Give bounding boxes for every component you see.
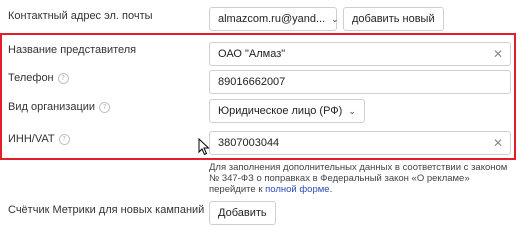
inn-label: ИНН/VAT? bbox=[8, 133, 70, 145]
org-type-select[interactable]: Юридическое лицо (РФ) ⌄ bbox=[209, 99, 365, 123]
org-type-label: Вид организации? bbox=[8, 101, 111, 113]
phone-value: 89016662007 bbox=[218, 76, 286, 88]
representative-input[interactable]: ОАО "Алмаз" ✕ bbox=[209, 42, 511, 66]
help-icon[interactable]: ? bbox=[58, 134, 70, 145]
chevron-down-icon: ⌄ bbox=[331, 15, 339, 25]
inn-value: 3807003044 bbox=[218, 137, 280, 149]
contact-email-value: almazcom.ru@yand... bbox=[218, 13, 326, 25]
clear-icon[interactable]: ✕ bbox=[492, 132, 504, 154]
contact-email-label: Контактный адрес эл. почты bbox=[8, 10, 153, 22]
chevron-down-icon: ⌄ bbox=[348, 107, 356, 117]
help-icon[interactable]: ? bbox=[99, 102, 111, 113]
mouse-cursor-icon bbox=[198, 138, 210, 156]
help-icon[interactable]: ? bbox=[57, 73, 69, 84]
phone-input[interactable]: 89016662007 bbox=[209, 70, 511, 94]
phone-label: Телефон? bbox=[8, 72, 69, 84]
inn-label-text: ИНН/VAT bbox=[8, 133, 55, 145]
metrika-label: Счётчик Метрики для новых кампаний bbox=[8, 204, 205, 216]
add-email-button[interactable]: добавить новый bbox=[343, 7, 444, 31]
law-note-end: . bbox=[329, 184, 333, 195]
representative-value: ОАО "Алмаз" bbox=[218, 48, 286, 60]
phone-label-text: Телефон bbox=[8, 72, 54, 84]
law-note-text: Для заполнения дополнительных данных в с… bbox=[209, 162, 508, 195]
contact-email-select[interactable]: almazcom.ru@yand... ⌄ bbox=[209, 7, 339, 31]
clear-icon[interactable]: ✕ bbox=[492, 43, 504, 65]
add-metrika-button[interactable]: Добавить bbox=[209, 201, 276, 225]
org-type-label-text: Вид организации bbox=[8, 101, 96, 113]
full-form-link[interactable]: полной форме bbox=[265, 184, 329, 195]
law-note: Для заполнения дополнительных данных в с… bbox=[209, 162, 509, 195]
inn-input[interactable]: 3807003044 ✕ bbox=[209, 131, 511, 155]
representative-label: Название представителя bbox=[8, 44, 137, 56]
org-type-value: Юридическое лицо (РФ) bbox=[218, 105, 343, 117]
